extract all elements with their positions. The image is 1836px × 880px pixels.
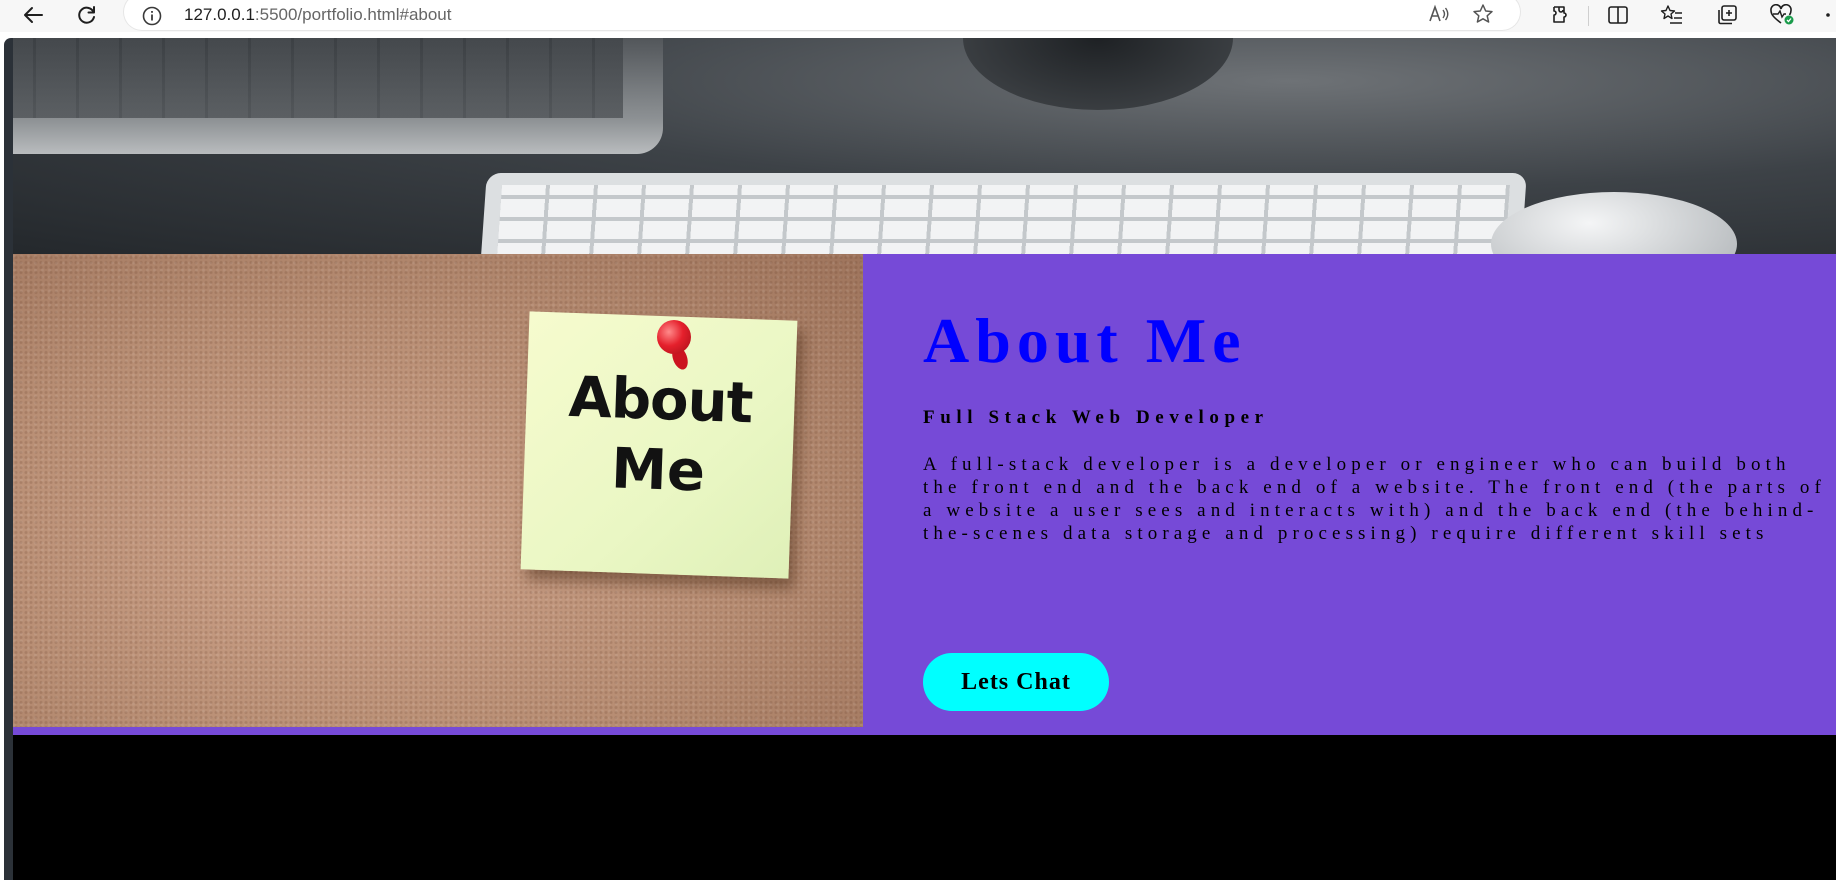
sticky-note: About Me <box>520 311 798 579</box>
about-section: About Me About Me Full Stack Web Develop… <box>13 254 1836 735</box>
browser-health-icon[interactable] <box>1767 1 1797 29</box>
hero-image <box>13 38 1836 254</box>
about-title: About Me <box>923 305 1247 376</box>
pushpin-icon <box>657 320 691 354</box>
back-icon[interactable] <box>18 1 48 29</box>
about-image: About Me <box>13 254 863 727</box>
split-screen-icon[interactable] <box>1603 1 1633 29</box>
favorite-star-icon[interactable] <box>1470 2 1496 26</box>
page-viewport: About Me About Me Full Stack Web Develop… <box>4 38 1836 880</box>
extensions-icon[interactable] <box>1542 1 1572 29</box>
collections-icon[interactable] <box>1712 1 1742 29</box>
mouse-graphic <box>1491 192 1737 254</box>
sticky-note-line-2: Me <box>610 436 707 505</box>
about-subtitle: Full Stack Web Developer <box>923 407 1269 428</box>
footer-section <box>13 735 1836 880</box>
toolbar-separator <box>1588 6 1589 26</box>
url-path: :5500/portfolio.html#about <box>254 5 452 24</box>
about-description: A full-stack developer is a developer or… <box>923 454 1826 544</box>
read-aloud-icon[interactable] <box>1426 2 1452 26</box>
monitor-stand-graphic <box>963 38 1233 110</box>
lets-chat-button[interactable]: Lets Chat <box>923 653 1109 711</box>
info-icon[interactable] <box>142 6 162 31</box>
keyboard-graphic <box>479 173 1527 254</box>
url-host: 127.0.0.1 <box>184 5 255 24</box>
more-icon[interactable] <box>1820 1 1836 29</box>
browser-toolbar: 127.0.0.1:5500/portfolio.html#about <box>0 0 1836 32</box>
address-bar[interactable]: 127.0.0.1:5500/portfolio.html#about <box>124 0 1520 30</box>
sticky-note-line-1: About <box>567 364 754 437</box>
refresh-icon[interactable] <box>72 1 102 29</box>
laptop-graphic <box>13 38 663 154</box>
favorites-icon[interactable] <box>1657 1 1687 29</box>
url-text[interactable]: 127.0.0.1:5500/portfolio.html#about <box>184 5 452 25</box>
